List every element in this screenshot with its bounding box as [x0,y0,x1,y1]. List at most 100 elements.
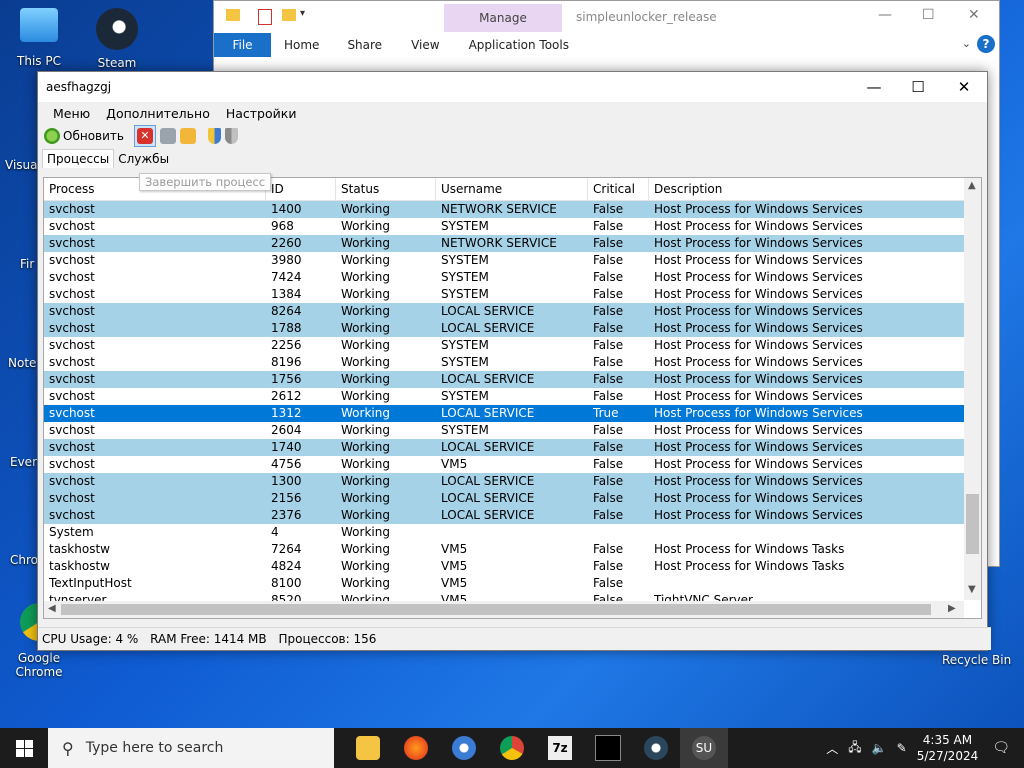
taskbar-simpleunlocker[interactable]: SU [680,728,728,768]
table-row[interactable]: TextInputHost 8100 Working VM5 False [44,575,981,592]
column-header-description[interactable]: Description [649,178,959,200]
delete-button[interactable] [159,126,176,146]
table-row[interactable]: svchost 1312 Working LOCAL SERVICE True Host … [44,405,981,422]
table-row[interactable]: svchost 2256 Working SYSTEM False Host Proces… [44,337,981,354]
maximize-icon[interactable]: ☐ [922,7,935,23]
shield-button[interactable] [207,126,221,146]
table-row[interactable]: svchost 8196 Working SYSTEM False Host Proces… [44,354,981,371]
unlock-button[interactable] [179,126,196,146]
desktop-icon-steam[interactable]: Steam [82,8,152,70]
volume-icon[interactable]: 🔈 [872,741,887,755]
vertical-scroll-thumb[interactable] [966,494,979,554]
taskbar-chromium[interactable] [440,728,488,768]
table-row[interactable]: svchost 1384 Working SYSTEM False Host Proces… [44,286,981,303]
vertical-scrollbar[interactable]: ▲ ▼ [964,178,981,600]
table-cell: Working [341,491,390,505]
table-row[interactable]: taskhostw 7264 Working VM5 False Host Process… [44,541,981,558]
table-cell: False [593,559,624,573]
table-row[interactable]: System 4 Working [44,524,981,541]
new-folder-icon[interactable] [282,9,296,21]
table-row[interactable]: svchost 3980 Working SYSTEM False Host Proces… [44,252,981,269]
scroll-down-icon[interactable]: ▼ [968,584,976,595]
taskbar-steam[interactable] [632,728,680,768]
help-icon[interactable]: ? [977,35,995,53]
tab-file[interactable]: File [214,33,271,57]
scroll-up-icon[interactable]: ▲ [968,180,976,191]
tab-processes[interactable]: Процессы [42,149,115,168]
properties-icon[interactable] [258,9,272,25]
chevron-up-icon[interactable]: ︿ [826,740,838,757]
table-row[interactable]: taskhostw 4824 Working VM5 False Host Process… [44,558,981,575]
table-cell: False [593,440,624,454]
tab-home[interactable]: Home [284,38,319,52]
table-cell: Host Process for Windows Services [654,338,863,352]
table-row[interactable]: svchost 1400 Working NETWORK SERVICE False Ho… [44,201,981,218]
table-row[interactable]: svchost 2376 Working LOCAL SERVICE False Host… [44,507,981,524]
desktop-icon-recycle-bin[interactable]: Recycle Bin [942,653,1011,667]
tab-services[interactable]: Службы [114,150,173,168]
table-cell: SYSTEM [441,338,489,352]
table-cell: 1384 [271,287,302,301]
table-row[interactable]: svchost 8264 Working LOCAL SERVICE False Host… [44,303,981,320]
table-cell: Host Process for Windows Services [654,304,863,318]
close-button[interactable]: ✕ [941,72,987,102]
taskbar-7zip[interactable]: 7z [536,728,584,768]
table-row[interactable]: svchost 968 Working SYSTEM False Host Process… [44,218,981,235]
table-cell: Host Process for Windows Services [654,321,863,335]
tab-view[interactable]: View [411,38,439,52]
scroll-right-icon[interactable]: ▶ [948,603,956,614]
manage-tab[interactable]: Manage [444,4,562,32]
table-row[interactable]: svchost 2260 Working NETWORK SERVICE False Ho… [44,235,981,252]
close-icon[interactable]: ✕ [968,7,980,23]
menu-settings[interactable]: Настройки [218,106,305,121]
table-row[interactable]: svchost 1788 Working LOCAL SERVICE False Host… [44,320,981,337]
kill-process-button[interactable]: ✕ [133,125,156,147]
table-row[interactable]: svchost 1756 Working LOCAL SERVICE False Host… [44,371,981,388]
start-button[interactable] [0,728,48,768]
table-row[interactable]: svchost 1740 Working LOCAL SERVICE False Host… [44,439,981,456]
horizontal-scrollbar[interactable]: ◀ ▶ [44,601,964,618]
table-row[interactable]: svchost 2612 Working SYSTEM False Host Proces… [44,388,981,405]
table-row[interactable]: svchost 2604 Working SYSTEM False Host Proces… [44,422,981,439]
column-header-critical[interactable]: Critical [588,178,649,200]
shield-admin-button[interactable] [224,126,238,146]
table-cell: Host Process for Windows Tasks [654,559,845,573]
column-header-status[interactable]: Status [336,178,436,200]
table-cell: svchost [49,202,95,216]
clock-time: 4:35 AM [922,733,973,747]
minimize-button[interactable]: — [851,72,897,102]
chevron-down-icon[interactable]: ▾ [300,8,305,19]
chevron-down-icon[interactable]: ⌄ [962,37,971,50]
tab-share[interactable]: Share [347,38,382,52]
taskbar-search[interactable]: ⚲ Type here to search [48,728,334,768]
tab-application-tools[interactable]: Application Tools [469,38,569,52]
explorer-ribbon: File Home Share View Application Tools ⌄… [214,33,999,57]
notifications-icon[interactable]: 🗨 [992,740,1010,756]
table-cell: 2612 [271,389,302,403]
table-row[interactable]: svchost 7424 Working SYSTEM False Host Proces… [44,269,981,286]
pen-icon[interactable]: ✎ [897,741,907,755]
network-icon[interactable]: 🖧 [848,738,861,759]
table-cell: False [593,542,624,556]
table-row[interactable]: svchost 1300 Working LOCAL SERVICE False Host… [44,473,981,490]
horizontal-scroll-thumb[interactable] [61,604,931,615]
taskbar-chrome[interactable] [488,728,536,768]
table-row[interactable]: svchost 4756 Working VM5 False Host Process f… [44,456,981,473]
taskbar-terminal[interactable] [584,728,632,768]
refresh-button[interactable]: Обновить [44,126,124,146]
column-header-id[interactable]: ID [266,178,336,200]
minimize-icon[interactable]: — [878,7,892,23]
menu-additional[interactable]: Дополнительно [98,106,218,121]
table-cell: Host Process for Windows Services [654,389,863,403]
menu-main[interactable]: Меню [45,106,98,121]
clock[interactable]: 4:35 AM 5/27/2024 [917,732,979,764]
maximize-button[interactable]: ☐ [895,72,941,102]
desktop-icon-this-pc[interactable]: This PC [4,8,74,68]
taskbar-file-explorer[interactable] [344,728,392,768]
scroll-left-icon[interactable]: ◀ [48,603,56,614]
taskbar-firefox[interactable] [392,728,440,768]
table-cell: 1312 [271,406,302,420]
table-row[interactable]: svchost 2156 Working LOCAL SERVICE False Host… [44,490,981,507]
unlock-icon [179,128,196,144]
column-header-username[interactable]: Username [436,178,588,200]
